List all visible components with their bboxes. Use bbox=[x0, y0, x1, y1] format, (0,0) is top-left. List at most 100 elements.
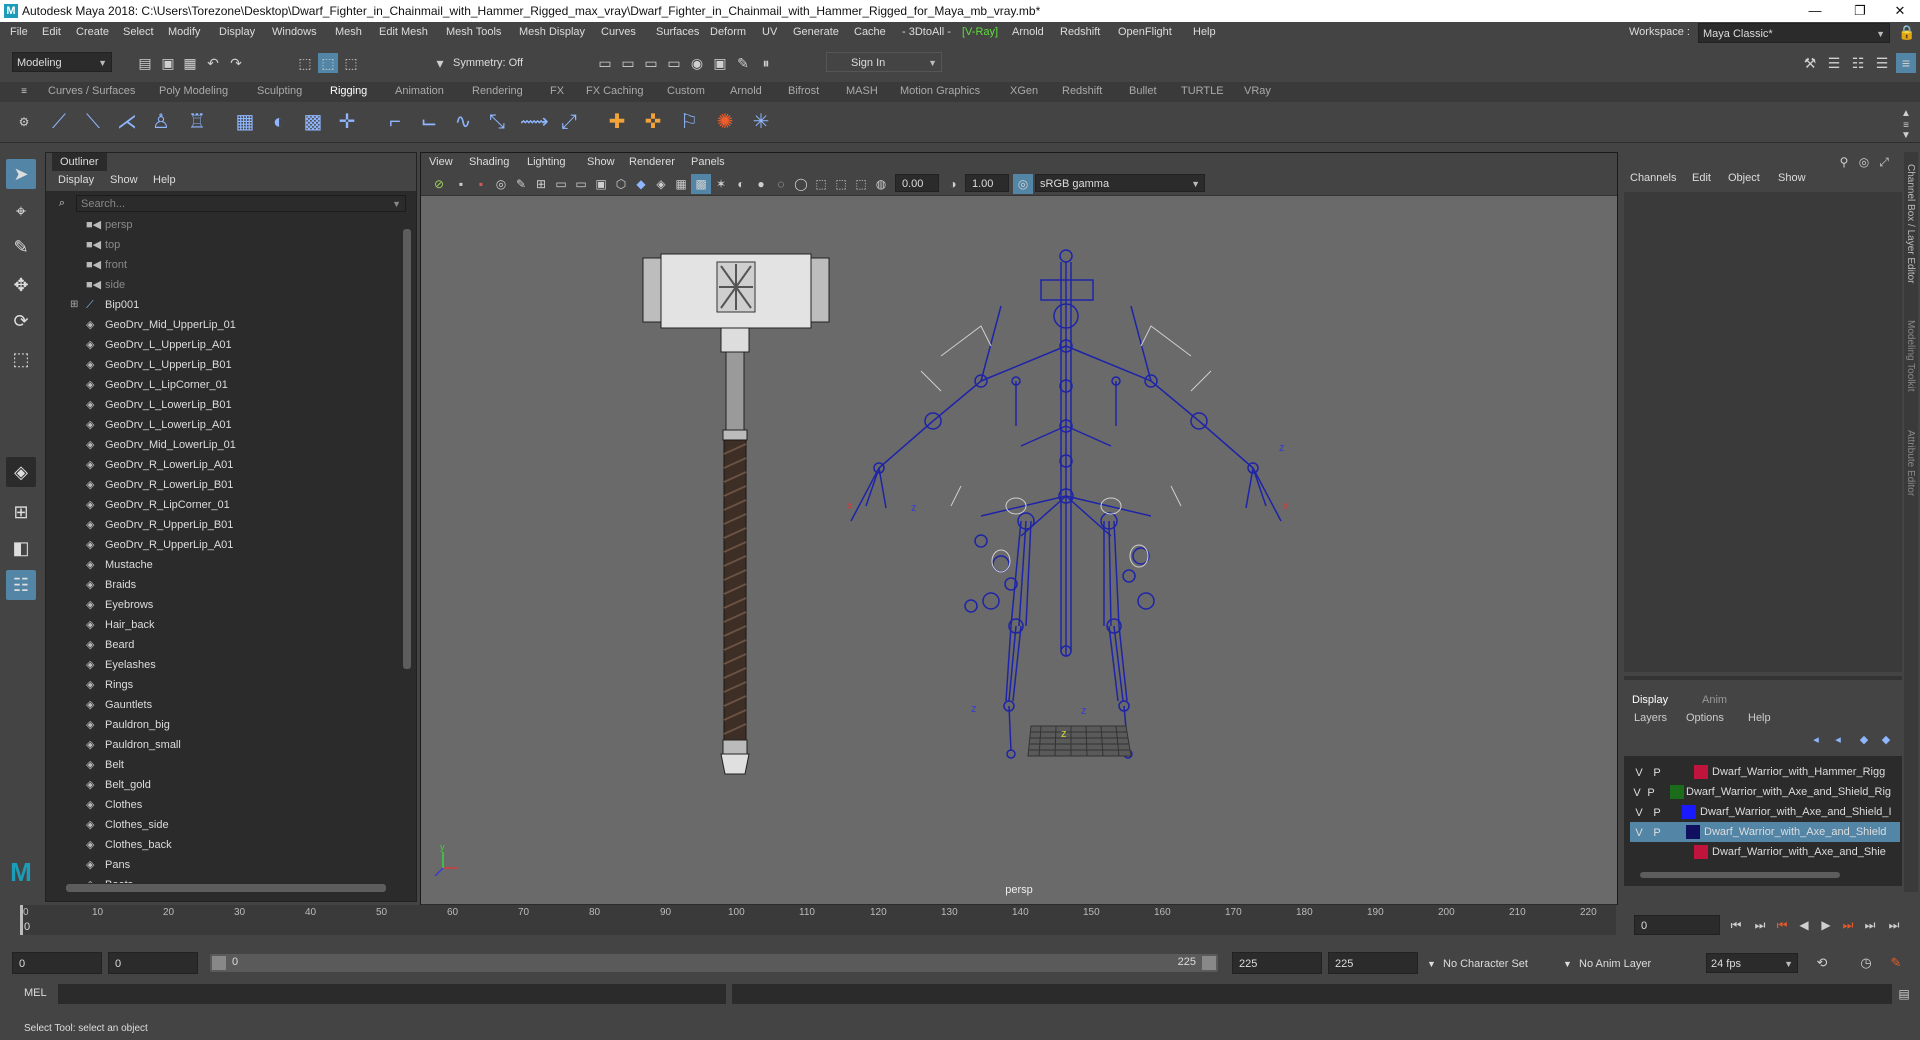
shelf-tab-animation[interactable]: Animation bbox=[395, 85, 444, 97]
menu-windows[interactable]: Windows bbox=[272, 26, 317, 38]
lasso-tool-icon[interactable]: ⌖ bbox=[6, 196, 36, 226]
layer-row[interactable]: V P Dwarf_Warrior_with_Hammer_Rigg bbox=[1630, 762, 1900, 782]
mel-input[interactable] bbox=[58, 984, 726, 1004]
playback-end-field[interactable]: 225 bbox=[1232, 952, 1322, 974]
insert-joint-icon[interactable]: ⟍ bbox=[80, 109, 106, 135]
list-item[interactable]: ◈ Belt bbox=[46, 755, 396, 775]
list-item[interactable]: ◈ GeoDrv_R_LowerLip_A01 bbox=[46, 455, 396, 475]
layer-hscrollbar[interactable] bbox=[1628, 870, 1898, 880]
xray-active-icon[interactable]: ⬚ bbox=[851, 174, 871, 194]
shelf-tab-fx-caching[interactable]: FX Caching bbox=[586, 85, 643, 97]
scroll-down-icon[interactable]: ▼ bbox=[1896, 126, 1916, 146]
list-item[interactable]: ◈ GeoDrv_L_LowerLip_B01 bbox=[46, 395, 396, 415]
shelf-menu-icon[interactable]: ≡ bbox=[14, 82, 34, 102]
viewport-scene[interactable]: z x x z z z z y persp bbox=[421, 196, 1617, 904]
side-tab-attribute-editor[interactable]: Attribute Editor bbox=[1905, 430, 1916, 496]
list-item[interactable]: ■◀ front bbox=[46, 255, 396, 275]
help-menu[interactable]: Help bbox=[1748, 712, 1771, 724]
scrollbar-thumb[interactable] bbox=[1640, 872, 1840, 878]
blend-shape-icon[interactable]: ⌐ bbox=[382, 109, 408, 135]
range-end-handle[interactable] bbox=[1202, 956, 1216, 970]
list-item[interactable]: ◈ Mustache bbox=[46, 555, 396, 575]
scrollbar-thumb[interactable] bbox=[66, 884, 386, 892]
menu-curves[interactable]: Curves bbox=[601, 26, 636, 38]
xray-joints-icon[interactable]: ⬚ bbox=[831, 174, 851, 194]
shelf-tab-mash[interactable]: MASH bbox=[846, 85, 878, 97]
close-button[interactable]: ✕ bbox=[1885, 2, 1915, 20]
list-item[interactable]: ◈ GeoDrv_R_UpperLip_A01 bbox=[46, 535, 396, 555]
four-view-icon[interactable]: ⊞ bbox=[6, 497, 36, 527]
play-backward-icon[interactable]: ◀ bbox=[1794, 915, 1814, 935]
menu-edit[interactable]: Edit bbox=[42, 26, 61, 38]
select-component-icon[interactable]: ⬚ bbox=[341, 53, 361, 73]
render-view-icon[interactable]: ▭ bbox=[595, 53, 615, 73]
new-scene-icon[interactable]: ▤ bbox=[135, 53, 155, 73]
maximize-button[interactable]: ❐ bbox=[1845, 2, 1875, 20]
outliner-menu-help[interactable]: Help bbox=[153, 174, 176, 186]
workspace-dropdown[interactable]: Maya Classic* ▼ bbox=[1698, 23, 1890, 43]
menu-edit-mesh[interactable]: Edit Mesh bbox=[379, 26, 428, 38]
step-back-key-icon[interactable]: ⏭ bbox=[1750, 915, 1770, 935]
list-item[interactable]: ◈ GeoDrv_Mid_LowerLip_01 bbox=[46, 435, 396, 455]
shelf-tab-poly-modeling[interactable]: Poly Modeling bbox=[159, 85, 228, 97]
light-editor-icon[interactable]: ✎ bbox=[733, 53, 753, 73]
menu-create[interactable]: Create bbox=[76, 26, 109, 38]
list-item[interactable]: ◈ GeoDrv_R_LipCorner_01 bbox=[46, 495, 396, 515]
list-item[interactable]: ◈ GeoDrv_L_UpperLip_B01 bbox=[46, 355, 396, 375]
shelf-tab-bifrost[interactable]: Bifrost bbox=[788, 85, 819, 97]
list-item[interactable]: ◈ Pans bbox=[46, 855, 396, 875]
scrollbar-thumb[interactable] bbox=[403, 229, 411, 669]
2d-pan-zoom-icon[interactable]: ◎ bbox=[491, 174, 511, 194]
render-current-icon[interactable]: ▭ bbox=[618, 53, 638, 73]
new-layer-selected-icon[interactable]: ◆ bbox=[1876, 730, 1896, 750]
menu-surfaces[interactable]: Surfaces bbox=[656, 26, 699, 38]
list-item[interactable]: ◈ Clothes_back bbox=[46, 835, 396, 855]
exposure-field[interactable]: 0.00 bbox=[895, 174, 939, 192]
paint-select-icon[interactable]: ✎ bbox=[6, 232, 36, 262]
show-menu[interactable]: Show bbox=[1778, 172, 1806, 184]
layer-tab-display[interactable]: Display bbox=[1632, 694, 1668, 706]
menu-3dtoall[interactable]: - 3DtoAll - bbox=[902, 26, 951, 38]
list-item[interactable]: ◈ Hair_back bbox=[46, 615, 396, 635]
pole-vector-icon[interactable]: ✳ bbox=[748, 109, 774, 135]
list-item[interactable]: ◈ Clothes bbox=[46, 795, 396, 815]
menu-deform[interactable]: Deform bbox=[710, 26, 746, 38]
time-slider-track[interactable]: 0 10 20 30 40 50 60 70 80 90 100 110 120… bbox=[20, 905, 1616, 935]
redo-icon[interactable]: ↷ bbox=[226, 53, 246, 73]
visibility-toggle[interactable]: V bbox=[1632, 803, 1646, 821]
panel-splitter[interactable] bbox=[1624, 676, 1902, 680]
shelf-tab-xgen[interactable]: XGen bbox=[1010, 85, 1038, 97]
playback-toggle[interactable]: P bbox=[1644, 783, 1658, 801]
new-layer-icon[interactable]: ◆ bbox=[1854, 730, 1874, 750]
single-perspective-icon[interactable]: ◈ bbox=[6, 457, 36, 487]
menu-mesh-display[interactable]: Mesh Display bbox=[519, 26, 585, 38]
lights-icon[interactable]: ✶ bbox=[711, 174, 731, 194]
menuset-dropdown[interactable]: Modeling ▼ bbox=[12, 52, 112, 72]
script-editor-icon[interactable]: ▤ bbox=[1894, 984, 1914, 1004]
shelf-tab-curves-surfaces[interactable]: Curves / Surfaces bbox=[48, 85, 135, 97]
list-item[interactable]: ◈ Gauntlets bbox=[46, 695, 396, 715]
outliner-hscrollbar[interactable] bbox=[56, 883, 402, 893]
time-slider[interactable]: 0 10 20 30 40 50 60 70 80 90 100 110 120… bbox=[0, 905, 1920, 945]
list-item[interactable]: ◈ Pauldron_small bbox=[46, 735, 396, 755]
channel-box-icon[interactable]: ☰ bbox=[1872, 53, 1892, 73]
ambient-occlusion-icon[interactable]: ● bbox=[751, 174, 771, 194]
shelf-tab-bullet[interactable]: Bullet bbox=[1129, 85, 1157, 97]
object-menu[interactable]: Object bbox=[1728, 172, 1760, 184]
wireframe-icon[interactable]: ⬡ bbox=[611, 174, 631, 194]
list-item[interactable]: ◈ GeoDrv_R_LowerLip_B01 bbox=[46, 475, 396, 495]
symmetry-status[interactable]: Symmetry: Off bbox=[453, 57, 523, 69]
menu-arnold[interactable]: Arnold bbox=[1012, 26, 1044, 38]
viewport-menu-lighting[interactable]: Lighting bbox=[527, 156, 566, 168]
viewport-menu-renderer[interactable]: Renderer bbox=[629, 156, 675, 168]
exposure-icon[interactable]: ◍ bbox=[871, 174, 891, 194]
list-item[interactable]: ◈ Belt_gold bbox=[46, 775, 396, 795]
layers-menu[interactable]: Layers bbox=[1634, 712, 1667, 724]
wire-icon[interactable]: ∿ bbox=[450, 109, 476, 135]
outliner-search-input[interactable]: Search... ▼ bbox=[76, 195, 406, 212]
move-layer-down-icon[interactable]: ◂ bbox=[1828, 730, 1848, 750]
auto-key-icon[interactable]: ◷ bbox=[1856, 953, 1876, 973]
layer-color-swatch[interactable] bbox=[1670, 785, 1684, 799]
menu-file[interactable]: File bbox=[10, 26, 28, 38]
list-item[interactable]: ◈ Beard bbox=[46, 635, 396, 655]
